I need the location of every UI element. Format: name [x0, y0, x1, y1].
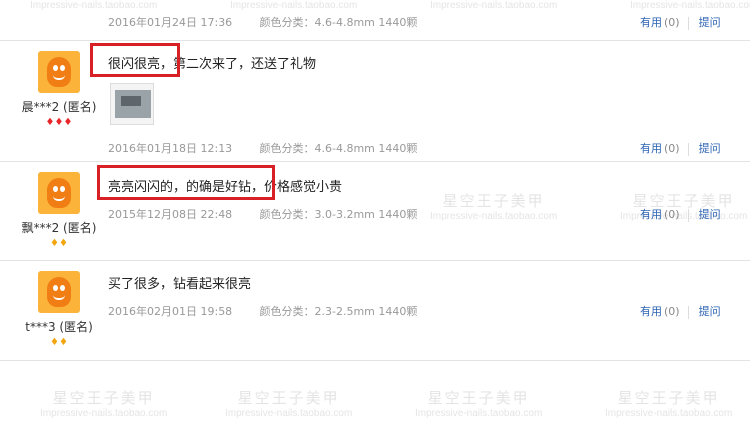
review-date: 2016年01月18日 12:13 — [108, 142, 233, 155]
watermark: 星空王子美甲 Impressive-nails.taobao.com — [605, 389, 733, 419]
useful-count: (0) — [664, 16, 680, 29]
review-item: t***3 (匿名) ♦♦ 买了很多，钻看起来很亮 2016年02月01日 19… — [0, 261, 750, 361]
useful-button[interactable]: 有用 — [640, 305, 662, 318]
highlight-box — [90, 43, 180, 77]
ask-button[interactable]: 提问 — [699, 208, 721, 221]
review-meta: 2016年01月18日 12:13 颜色分类：4.6-4.8mm 1440颗 — [108, 140, 417, 156]
review-spec: 颜色分类：4.6-4.8mm 1440颗 — [259, 142, 418, 155]
useful-button[interactable]: 有用 — [640, 16, 662, 29]
review-actions: 有用 (0) 提问 — [640, 140, 721, 156]
highlight-box — [97, 165, 275, 200]
reviewer-badge-icon: ♦♦ — [50, 238, 68, 249]
reviewer-nickname: t***3 (匿名) — [25, 320, 93, 334]
review-spec: 颜色分类：3.0-3.2mm 1440颗 — [259, 208, 418, 221]
useful-button[interactable]: 有用 — [640, 142, 662, 155]
review-item: 2016年01月24日 17:36 颜色分类：4.6-4.8mm 1440颗 有… — [0, 0, 750, 41]
review-meta: 2015年12月08日 22:48 颜色分类：3.0-3.2mm 1440颗 — [108, 206, 417, 222]
avatar[interactable] — [38, 172, 80, 214]
review-date: 2016年02月01日 19:58 — [108, 305, 233, 318]
useful-count: (0) — [664, 305, 680, 318]
divider — [687, 305, 689, 319]
reviewer: 飘***2 (匿名) ♦♦ — [14, 172, 104, 249]
reviewer-nickname: 飘***2 (匿名) — [21, 221, 97, 235]
review-meta: 2016年02月01日 19:58 颜色分类：2.3-2.5mm 1440颗 — [108, 303, 417, 319]
watermark: 星空王子美甲 Impressive-nails.taobao.com — [225, 389, 353, 419]
review-spec: 颜色分类：4.6-4.8mm 1440颗 — [259, 16, 418, 29]
divider — [687, 208, 689, 222]
review-content: 买了很多，钻看起来很亮 — [108, 277, 252, 292]
review-meta: 2016年01月24日 17:36 颜色分类：4.6-4.8mm 1440颗 — [108, 14, 417, 30]
review-photo[interactable] — [110, 83, 154, 125]
watermark: 星空王子美甲 Impressive-nails.taobao.com — [40, 389, 168, 419]
ask-button[interactable]: 提问 — [699, 305, 721, 318]
reviewer-nickname: 晨***2 (匿名) — [21, 100, 97, 114]
review-date: 2015年12月08日 22:48 — [108, 208, 233, 221]
divider — [687, 16, 689, 30]
reviewer: t***3 (匿名) ♦♦ — [14, 271, 104, 348]
useful-count: (0) — [664, 208, 680, 221]
avatar[interactable] — [38, 271, 80, 313]
review-spec: 颜色分类：2.3-2.5mm 1440颗 — [259, 305, 418, 318]
review-actions: 有用 (0) 提问 — [640, 206, 721, 222]
ask-button[interactable]: 提问 — [699, 142, 721, 155]
useful-button[interactable]: 有用 — [640, 208, 662, 221]
watermark: 星空王子美甲 Impressive-nails.taobao.com — [415, 389, 543, 419]
divider — [687, 142, 689, 156]
ask-button[interactable]: 提问 — [699, 16, 721, 29]
useful-count: (0) — [664, 142, 680, 155]
reviewer-badge-icon: ♦♦ — [50, 337, 68, 348]
reviewer-badge-icon: ♦♦♦ — [45, 117, 73, 128]
review-actions: 有用 (0) 提问 — [640, 14, 721, 30]
review-actions: 有用 (0) 提问 — [640, 303, 721, 319]
avatar[interactable] — [38, 51, 80, 93]
review-date: 2016年01月24日 17:36 — [108, 16, 233, 29]
